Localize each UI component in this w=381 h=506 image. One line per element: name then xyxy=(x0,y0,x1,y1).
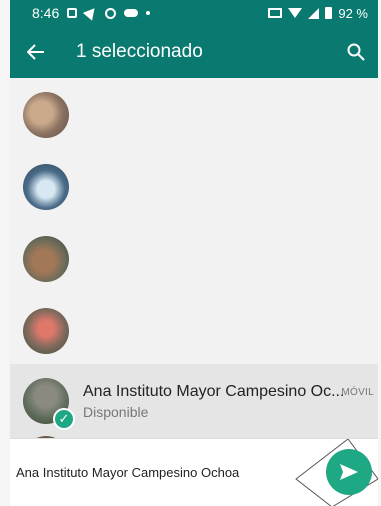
app-bar: 1 seleccionado xyxy=(10,26,378,78)
cloud-icon xyxy=(124,9,139,17)
page-title: 1 seleccionado xyxy=(76,41,203,62)
list-item[interactable] xyxy=(10,294,378,368)
signal-icon xyxy=(308,7,320,19)
list-item-selected[interactable]: ✓ Ana Instituto Mayor Campesino Oc... Di… xyxy=(10,364,378,438)
contact-name: Ana Instituto Mayor Campesino Oc... xyxy=(83,382,345,400)
search-icon xyxy=(347,43,365,61)
avatar: ✓ xyxy=(23,378,75,430)
list-item[interactable] xyxy=(10,222,378,296)
dot-icon xyxy=(146,11,151,15)
status-time: 8:46 xyxy=(32,5,60,21)
avatar xyxy=(23,236,69,282)
battery-text: 92 % xyxy=(338,5,368,21)
selection-bar: Ana Instituto Mayor Campesino Ochoa xyxy=(10,438,378,506)
list-item[interactable] xyxy=(10,78,378,152)
document-icon xyxy=(67,8,78,18)
status-bar: 8:46 92 % xyxy=(10,0,378,26)
phone-type-label: MÓVIL xyxy=(341,387,374,398)
send-icon xyxy=(83,4,100,21)
arrow-left-icon xyxy=(27,44,44,60)
battery-icon xyxy=(325,7,333,19)
search-button[interactable] xyxy=(334,26,378,78)
avatar xyxy=(23,92,69,138)
cast-icon xyxy=(268,8,283,18)
contact-list: ✓ Ana Instituto Mayor Campesino Oc... Di… xyxy=(10,78,378,442)
selected-contact-label: Ana Instituto Mayor Campesino Ochoa xyxy=(16,465,240,480)
send-button[interactable] xyxy=(326,449,372,495)
whatsapp-icon xyxy=(105,7,117,19)
contact-status: Disponible xyxy=(83,403,149,420)
back-button[interactable] xyxy=(10,26,62,78)
send-icon xyxy=(340,464,358,480)
check-icon: ✓ xyxy=(53,408,75,430)
wifi-icon xyxy=(288,8,303,18)
list-item[interactable] xyxy=(10,150,378,224)
avatar xyxy=(23,164,69,210)
avatar xyxy=(23,308,69,354)
